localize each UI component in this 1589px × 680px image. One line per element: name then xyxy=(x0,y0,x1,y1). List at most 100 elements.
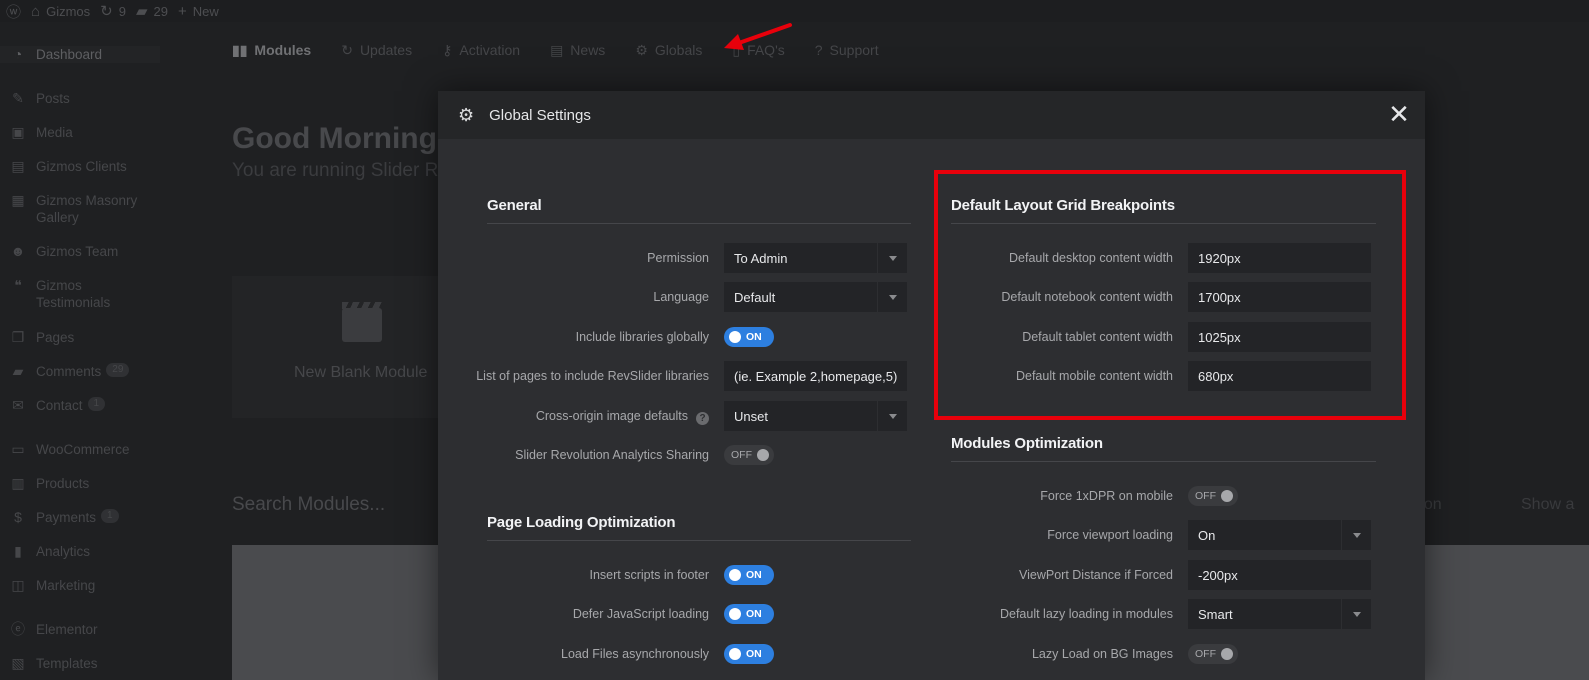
force-viewport-select[interactable]: On xyxy=(1188,520,1371,550)
site-name: Gizmos xyxy=(46,3,91,19)
section-title-page-loading: Page Loading Optimization xyxy=(487,514,676,531)
chevron-down-icon xyxy=(1341,599,1371,629)
gear-icon: ⚙ xyxy=(635,41,648,58)
section-title-modules-optimization: Modules Optimization xyxy=(951,435,1103,452)
comments-link[interactable]: ▰ 29 xyxy=(136,2,168,20)
sidebar-item-payments[interactable]: $ Payments 1 xyxy=(0,509,160,526)
tab-news[interactable]: ▤ News xyxy=(550,42,605,59)
new-content-link[interactable]: + New xyxy=(178,3,219,20)
sidebar-item-label: Comments xyxy=(36,364,102,379)
wordpress-logo-icon[interactable]: ⓦ xyxy=(6,1,21,22)
sidebar-item-label: Elementor xyxy=(36,622,98,637)
close-icon[interactable]: ✕ xyxy=(1387,101,1411,127)
updates-count: 9 xyxy=(118,3,126,19)
sidebar-item-pages[interactable]: ❐ Pages xyxy=(0,329,160,346)
tab-globals[interactable]: ⚙ Globals xyxy=(635,42,702,59)
section-divider xyxy=(487,540,911,541)
toggle-state: ON xyxy=(746,648,762,660)
tab-support[interactable]: ? Support xyxy=(815,42,879,58)
updates-link[interactable]: ↻ 9 xyxy=(100,2,126,20)
defer-js-toggle[interactable]: ON xyxy=(724,604,774,624)
comments-count: 29 xyxy=(153,3,168,19)
include-libraries-toggle[interactable]: ON xyxy=(724,327,774,347)
new-blank-module-label: New Blank Module xyxy=(294,364,428,381)
sidebar-item-posts[interactable]: ✎ Posts xyxy=(0,90,160,107)
language-value: Default xyxy=(734,289,776,305)
force-dpr-toggle[interactable]: OFF xyxy=(1188,486,1238,506)
clapperboard-icon xyxy=(342,308,382,342)
show-dropdown[interactable]: Show a xyxy=(1521,496,1574,514)
tab-updates[interactable]: ↻ Updates xyxy=(341,42,412,59)
payments-badge: 1 xyxy=(101,509,119,523)
sidebar-item-gizmos-team[interactable]: ☻ Gizmos Team xyxy=(0,243,160,260)
toggle-state: ON xyxy=(746,569,762,581)
page-greeting: Good Morning a xyxy=(232,122,462,155)
woocommerce-icon: ▭ xyxy=(11,441,25,457)
viewport-distance-input[interactable]: -200px xyxy=(1188,560,1371,590)
tab-activation[interactable]: ⚷ Activation xyxy=(442,42,520,59)
media-icon: ▣ xyxy=(11,124,25,140)
sidebar-item-contact[interactable]: ✉ Contact 1 xyxy=(0,397,160,414)
tab-label: Support xyxy=(829,42,879,58)
sidebar-item-dashboard[interactable]: ◔ Dashboard xyxy=(0,46,160,63)
language-label: Language xyxy=(653,290,709,304)
elementor-icon: ⓔ xyxy=(11,621,25,637)
sidebar-item-woocommerce[interactable]: ▭ WooCommerce xyxy=(0,441,160,458)
gallery-icon: ▦ xyxy=(11,192,25,208)
load-async-label: Load Files asynchronously xyxy=(561,647,709,661)
new-label: New xyxy=(192,3,219,19)
sidebar-item-analytics[interactable]: ▮ Analytics xyxy=(0,543,160,560)
sidebar-item-gizmos-testimonials[interactable]: ❝ Gizmos Testimonials xyxy=(0,277,160,311)
modal-title: Global Settings xyxy=(489,106,591,124)
tab-modules[interactable]: ▮▮ Modules xyxy=(232,42,311,59)
analytics-sharing-toggle[interactable]: OFF xyxy=(724,445,774,465)
viewport-distance-label: ViewPort Distance if Forced xyxy=(1019,568,1173,582)
site-name-link[interactable]: ⌂ Gizmos xyxy=(31,3,90,20)
pages-list-input[interactable]: (ie. Example 2,homepage,5) xyxy=(724,361,907,391)
sidebar-item-media[interactable]: ▣ Media xyxy=(0,124,160,141)
load-async-toggle[interactable]: ON xyxy=(724,644,774,664)
lazy-loading-select[interactable]: Smart xyxy=(1188,599,1371,629)
permission-value: To Admin xyxy=(734,250,788,266)
refresh-icon: ↻ xyxy=(100,3,113,20)
admin-bar: ⓦ ⌂ Gizmos ↻ 9 ▰ 29 + New xyxy=(0,0,1589,22)
sidebar-item-comments[interactable]: ▰ Comments 29 xyxy=(0,363,160,380)
slider-tabs: ▮▮ Modules ↻ Updates ⚷ Activation ▤ News ⚙ Gl… xyxy=(232,38,909,62)
sidebar-item-gizmos-masonry-gallery[interactable]: ▦ Gizmos Masonry Gallery xyxy=(0,192,160,226)
scripts-footer-toggle[interactable]: ON xyxy=(724,565,774,585)
pages-icon: ❐ xyxy=(11,329,25,345)
clients-icon: ▤ xyxy=(11,158,25,174)
cross-origin-select[interactable]: Unset xyxy=(724,401,907,431)
pin-icon: ✎ xyxy=(12,90,24,106)
lazy-bg-toggle[interactable]: OFF xyxy=(1188,644,1238,664)
toggle-state: OFF xyxy=(1195,648,1216,660)
new-blank-module-card[interactable]: New Blank Module xyxy=(232,276,442,418)
permission-select[interactable]: To Admin xyxy=(724,243,907,273)
sidebar-item-label: Gizmos Clients xyxy=(36,159,127,174)
mail-icon: ✉ xyxy=(12,397,24,413)
cross-origin-text: Cross-origin image defaults xyxy=(535,409,688,423)
sidebar-item-label: Posts xyxy=(36,91,70,106)
sidebar-item-gizmos-clients[interactable]: ▤ Gizmos Clients xyxy=(0,158,160,175)
help-icon[interactable]: ? xyxy=(696,412,709,425)
sidebar-item-templates[interactable]: ▧ Templates xyxy=(0,655,160,672)
sidebar-item-label: Analytics xyxy=(36,544,91,559)
toggle-state: OFF xyxy=(731,449,752,461)
sidebar-item-label: Media xyxy=(36,125,73,140)
sidebar-item-label: WooCommerce xyxy=(36,442,130,457)
updates-icon: ↻ xyxy=(341,41,353,58)
toggle-state: OFF xyxy=(1195,490,1216,502)
testimonials-icon: ❝ xyxy=(14,277,22,293)
section-divider xyxy=(951,461,1376,462)
defer-js-label: Defer JavaScript loading xyxy=(572,607,709,621)
permission-label: Permission xyxy=(647,251,709,265)
pages-list-placeholder: (ie. Example 2,homepage,5) xyxy=(734,368,898,384)
search-modules-input[interactable]: Search Modules... xyxy=(232,494,385,516)
language-select[interactable]: Default xyxy=(724,282,907,312)
force-dpr-label: Force 1xDPR on mobile xyxy=(1040,489,1173,503)
sidebar-item-label: Payments xyxy=(36,510,97,525)
sidebar-item-marketing[interactable]: ◫ Marketing xyxy=(0,577,160,594)
sidebar-item-products[interactable]: ▥ Products xyxy=(0,475,160,492)
contact-badge: 1 xyxy=(87,397,106,411)
sidebar-item-elementor[interactable]: ⓔ Elementor xyxy=(0,621,160,638)
